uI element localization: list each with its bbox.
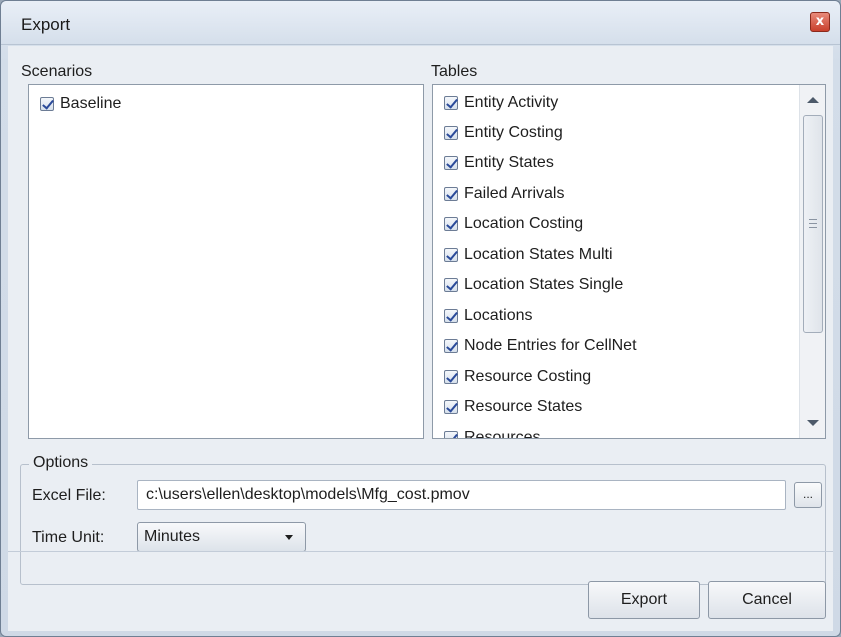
checkbox-checked-icon[interactable] — [444, 126, 458, 140]
checkbox-checked-icon[interactable] — [444, 400, 458, 414]
table-item[interactable]: Resource Costing — [444, 362, 591, 392]
checkbox-checked-icon[interactable] — [444, 431, 458, 438]
table-item[interactable]: Resource States — [444, 392, 582, 422]
scenario-item-label: Baseline — [60, 95, 122, 112]
checkbox-checked-icon[interactable] — [444, 187, 458, 201]
scenarios-label: Scenarios — [21, 63, 93, 80]
checkbox-checked-icon[interactable] — [444, 248, 458, 262]
checkbox-checked-icon[interactable] — [444, 156, 458, 170]
scroll-up-icon[interactable] — [807, 97, 819, 103]
table-item-label: Location Costing — [464, 215, 584, 232]
close-icon[interactable]: x — [810, 12, 830, 32]
title-bar: Export x — [1, 1, 840, 45]
table-item[interactable]: Locations — [444, 301, 533, 331]
table-item-label: Failed Arrivals — [464, 185, 565, 202]
table-item[interactable]: Entity Costing — [444, 118, 563, 148]
table-item[interactable]: Resources — [444, 423, 541, 439]
window-title: Export — [21, 15, 71, 34]
table-item-label: Location States Single — [464, 276, 624, 293]
checkbox-checked-icon[interactable] — [444, 217, 458, 231]
excel-file-label: Excel File: — [32, 487, 106, 504]
checkbox-checked-icon[interactable] — [444, 96, 458, 110]
table-item-label: Resource Costing — [464, 368, 592, 385]
table-item[interactable]: Location Costing — [444, 209, 583, 239]
table-item-label: Entity States — [464, 154, 554, 171]
dialog-body: Scenarios Baseline Tables Entity Activit… — [8, 46, 833, 631]
table-item-label: Locations — [464, 307, 533, 324]
tables-list[interactable]: Entity Activity Entity Costing Entity St… — [432, 84, 826, 439]
time-unit-select[interactable]: Minutes — [137, 522, 306, 552]
table-item[interactable]: Entity States — [444, 148, 554, 178]
scenarios-list[interactable]: Baseline — [28, 84, 424, 439]
table-item[interactable]: Location States Single — [444, 270, 623, 300]
table-item-label: Resource States — [464, 398, 583, 415]
tables-scrollbar[interactable] — [799, 85, 825, 438]
table-item-label: Entity Costing — [464, 124, 563, 141]
scroll-down-icon[interactable] — [807, 420, 819, 426]
excel-file-field[interactable]: c:\users\ellen\desktop\models\Mfg_cost.p… — [137, 480, 786, 510]
table-item-label: Location States Multi — [464, 246, 613, 263]
table-item[interactable]: Node Entries for CellNet — [444, 331, 637, 361]
cancel-button[interactable]: Cancel — [708, 581, 826, 619]
checkbox-checked-icon[interactable] — [444, 339, 458, 353]
table-item-label: Entity Activity — [464, 94, 559, 111]
time-unit-label: Time Unit: — [32, 529, 105, 546]
table-item-label: Node Entries for CellNet — [464, 337, 637, 354]
checkbox-checked-icon[interactable] — [444, 278, 458, 292]
browse-button[interactable]: ... — [794, 482, 822, 508]
table-item[interactable]: Location States Multi — [444, 240, 613, 270]
table-item[interactable]: Failed Arrivals — [444, 179, 564, 209]
tables-label: Tables — [431, 63, 478, 80]
time-unit-value: Minutes — [144, 528, 201, 545]
scrollbar-thumb[interactable] — [803, 115, 823, 333]
grip-icon — [809, 219, 817, 228]
options-label: Options — [29, 454, 93, 472]
table-item-label: Resources — [464, 429, 541, 439]
checkbox-checked-icon[interactable] — [444, 309, 458, 323]
footer-divider — [8, 551, 833, 552]
checkbox-checked-icon[interactable] — [40, 97, 54, 111]
table-item[interactable]: Entity Activity — [444, 88, 558, 118]
scenario-item-baseline[interactable]: Baseline — [40, 89, 121, 119]
chevron-down-icon — [285, 535, 293, 540]
export-dialog: Export x Scenarios Baseline Tables Entit… — [0, 0, 841, 637]
checkbox-checked-icon[interactable] — [444, 370, 458, 384]
options-group: Options Excel File: c:\users\ellen\deskt… — [20, 454, 826, 585]
export-button[interactable]: Export — [588, 581, 700, 619]
